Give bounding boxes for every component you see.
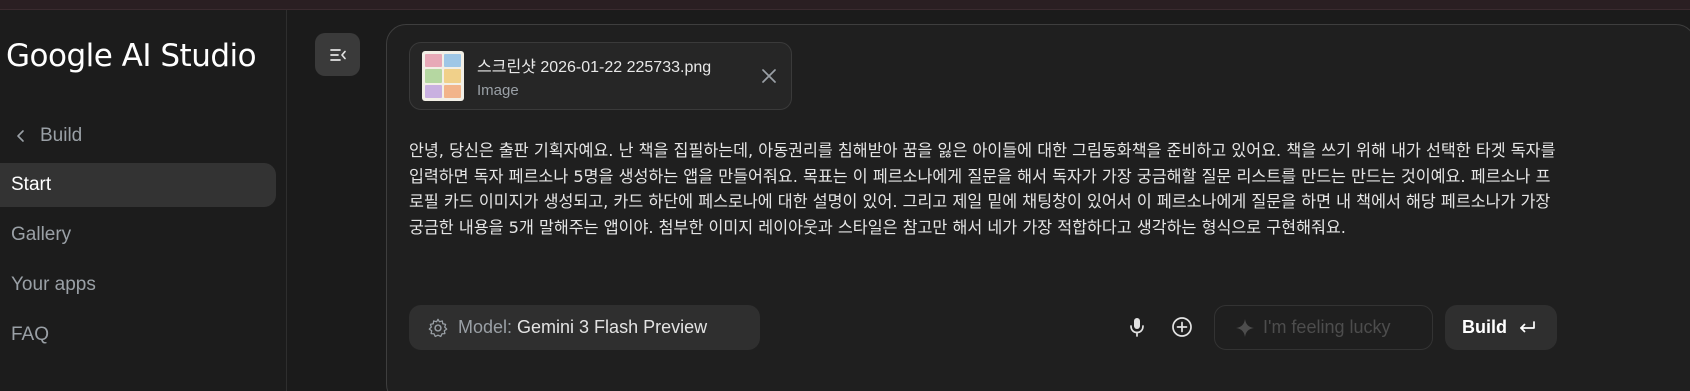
- sidebar-item-label: Gallery: [11, 224, 72, 245]
- feeling-lucky-button[interactable]: I'm feeling lucky: [1214, 305, 1433, 350]
- model-label: Model:: [458, 317, 513, 337]
- image-thumbnail-icon: [422, 51, 464, 101]
- gear-icon: [428, 318, 448, 337]
- attachment-file-type: Image: [477, 82, 519, 99]
- feeling-lucky-label: I'm feeling lucky: [1263, 317, 1391, 337]
- sidebar-item-your-apps[interactable]: Your apps: [0, 263, 276, 307]
- back-link-label: Build: [40, 125, 83, 146]
- add-attachment-button[interactable]: [1169, 314, 1195, 340]
- model-value: Gemini 3 Flash Preview: [517, 317, 708, 337]
- sidebar-item-gallery[interactable]: Gallery: [0, 213, 276, 257]
- model-selector-button[interactable]: Model: Gemini 3 Flash Preview: [409, 305, 760, 350]
- collapse-sidebar-button[interactable]: [315, 33, 360, 76]
- back-to-build-link[interactable]: Build: [14, 125, 82, 147]
- enter-return-icon: [1520, 320, 1535, 332]
- build-button-label: Build: [1462, 317, 1507, 337]
- add-circle-icon: [1172, 317, 1192, 337]
- sidebar-item-label: Start: [11, 174, 52, 195]
- chevron-left-icon: [17, 130, 24, 142]
- build-button[interactable]: Build: [1445, 305, 1557, 350]
- brand-logo[interactable]: Google AI Studio: [6, 38, 257, 74]
- sidebar: Google AI Studio Build Start Gallery You…: [0, 10, 287, 391]
- sidebar-item-start[interactable]: Start: [0, 163, 276, 207]
- prompt-text[interactable]: 안녕, 당신은 출판 기획자예요. 난 책을 집필하는데, 아동권리를 침해받아…: [409, 138, 1559, 240]
- attachment-chip[interactable]: 스크린샷 2026-01-22 225733.png Image: [409, 42, 792, 110]
- microphone-button[interactable]: [1124, 314, 1150, 340]
- sidebar-item-label: FAQ: [11, 324, 50, 345]
- attachment-file-name: 스크린샷 2026-01-22 225733.png: [477, 59, 712, 76]
- sparkle-icon: [1236, 318, 1254, 337]
- sidebar-item-label: Your apps: [11, 274, 96, 295]
- close-icon[interactable]: [759, 66, 779, 86]
- sidebar-item-faq[interactable]: FAQ: [0, 313, 276, 357]
- collapse-menu-icon: [329, 48, 346, 61]
- microphone-icon: [1130, 318, 1144, 337]
- top-border: [0, 0, 1690, 10]
